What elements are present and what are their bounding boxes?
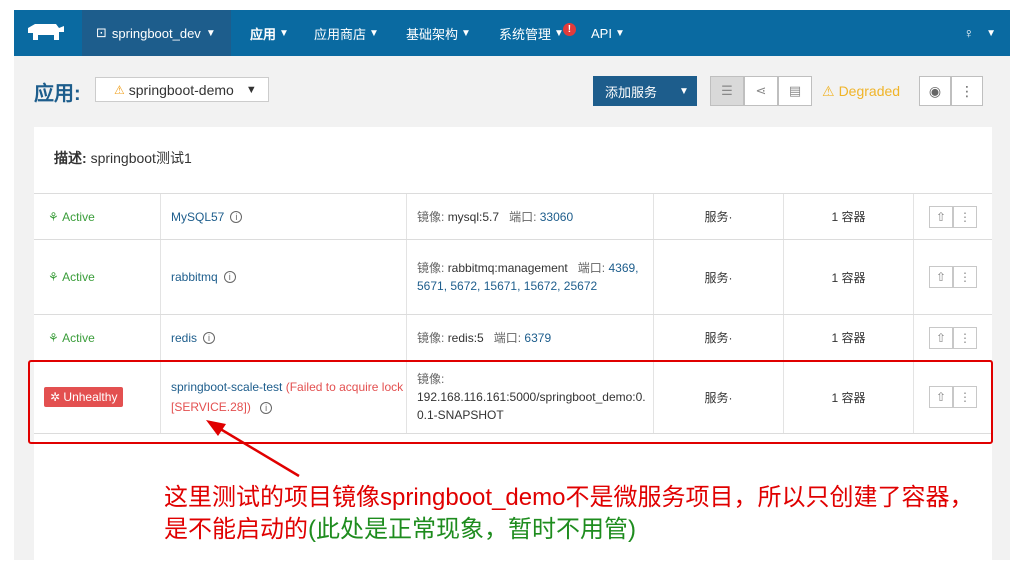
annotation-note: (此处是正常现象，暂时不用管) [308, 516, 636, 543]
app-window: ⊡ springboot_dev ▼ 应用 ▼ 应用商店 ▼ 基础架构 ▼ 系统… [14, 10, 1010, 560]
annotation-text: 这里测试的项目镜像springboot_demo不是微服务项目，所以只创建了容器… [164, 482, 994, 546]
annotation-arrow-icon [206, 420, 300, 478]
